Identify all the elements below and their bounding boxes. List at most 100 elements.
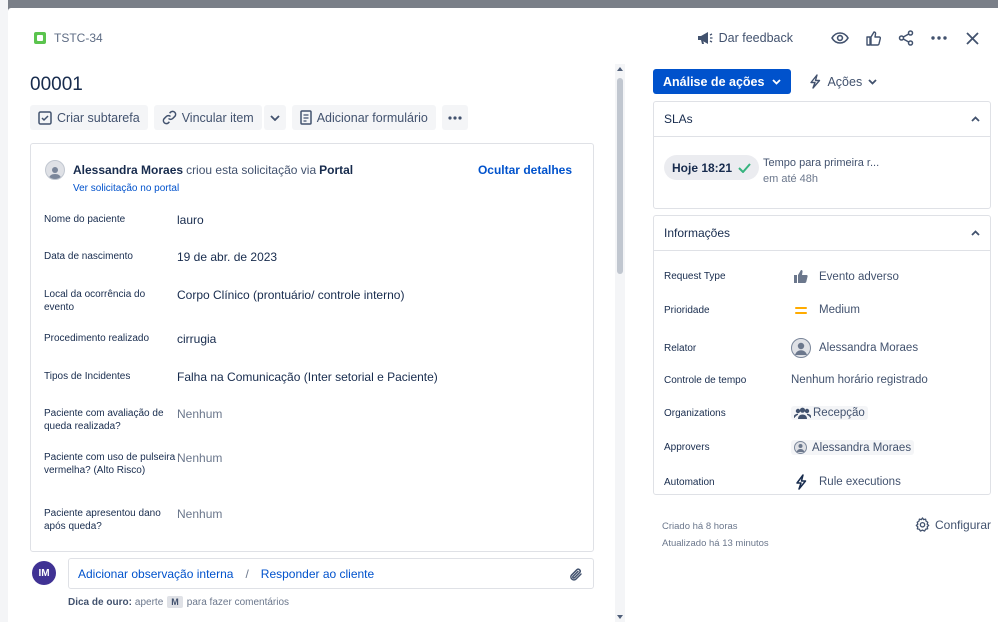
scroll-thumb[interactable] xyxy=(617,78,623,274)
transition-button[interactable]: Análise de ações xyxy=(653,69,792,94)
megaphone-icon xyxy=(697,32,713,44)
link-item-dropdown-button[interactable] xyxy=(263,105,286,130)
field-label: Paciente apresentou dano após queda? xyxy=(44,508,161,532)
info-row-automation[interactable]: Automation Rule executions xyxy=(664,474,982,490)
field-row[interactable]: Tipos de Incidentes Falha na Comunicação… xyxy=(44,370,574,384)
hide-details-link[interactable]: Ocultar detalhes xyxy=(478,163,572,177)
reply-to-customer-button[interactable]: Responder ao cliente xyxy=(261,567,374,581)
approver-lozenge[interactable]: Alessandra Moraes xyxy=(791,440,915,455)
requester-text: criou esta solicitação via xyxy=(186,163,317,177)
info-row-approvers[interactable]: Approvers Alessandra Moraes xyxy=(664,440,982,455)
sla-panel: SLAs Hoje 18:21 Tempo para primeira r...… xyxy=(653,101,991,209)
add-form-label: Adicionar formulário xyxy=(316,110,428,125)
issue-key[interactable]: TSTC-34 xyxy=(34,31,103,45)
share-button[interactable] xyxy=(894,27,918,49)
info-value-text: Alessandra Moraes xyxy=(812,441,912,454)
close-button[interactable] xyxy=(960,27,984,49)
close-icon xyxy=(965,31,979,45)
info-value-text: Alessandra Moraes xyxy=(819,342,919,354)
add-internal-note-button[interactable]: Adicionar observação interna xyxy=(78,567,233,581)
field-label: Paciente com uso de pulseira vermelha? (… xyxy=(44,452,176,476)
toolbar-more-button[interactable] xyxy=(441,105,468,130)
field-label: Local da ocorrência do evento xyxy=(44,289,146,313)
field-row[interactable]: Paciente com avaliação de queda realizad… xyxy=(44,407,574,433)
eye-icon xyxy=(831,32,849,44)
chevron-up-icon xyxy=(971,230,980,236)
scroll-down-icon[interactable] xyxy=(617,615,623,619)
gear-icon xyxy=(915,517,930,532)
view-in-portal-link[interactable]: Ver solicitação no portal xyxy=(73,183,179,194)
sla-name: Tempo para primeira r... xyxy=(763,157,880,169)
scroll-up-icon[interactable] xyxy=(617,67,623,71)
comment-box[interactable]: Adicionar observação interna / Responder… xyxy=(68,558,594,589)
people-group-icon xyxy=(794,407,811,419)
field-label: Paciente com avaliação de queda realizad… xyxy=(44,408,164,432)
form-icon xyxy=(299,110,312,125)
attachment-icon[interactable] xyxy=(569,567,583,585)
tip-bold: Dica de ouro: xyxy=(68,596,132,608)
more-icon xyxy=(448,115,462,120)
thumbs-up-icon xyxy=(865,30,881,46)
requester-name[interactable]: Alessandra Moraes xyxy=(73,163,183,177)
actions-button[interactable]: Ações xyxy=(809,74,877,89)
link-item-button[interactable]: Vincular item xyxy=(153,105,262,130)
sla-time: Hoje 18:21 xyxy=(672,160,733,175)
sla-panel-header[interactable]: SLAs xyxy=(654,102,990,137)
create-subtask-button[interactable]: Criar subtarefa xyxy=(30,105,148,130)
link-icon xyxy=(162,110,176,125)
info-value: Medium xyxy=(791,304,860,316)
info-value: Nenhum horário registrado xyxy=(791,374,928,386)
field-row[interactable]: Data de nascimento 19 de abr. de 2023 xyxy=(44,250,574,264)
thumbs-up-icon xyxy=(791,270,811,283)
info-label: Automation xyxy=(664,476,715,488)
info-row-request-type[interactable]: Request Type Evento adverso xyxy=(664,270,982,283)
more-button[interactable] xyxy=(927,27,951,49)
feedback-button[interactable]: Dar feedback xyxy=(697,31,793,45)
issue-key-label: TSTC-34 xyxy=(54,31,103,45)
info-value: Alessandra Moraes xyxy=(791,440,915,455)
comment-separator: / xyxy=(245,566,249,581)
status-actions: Análise de ações Ações xyxy=(653,69,991,94)
info-row-organizations[interactable]: Organizations Recepção xyxy=(664,406,982,420)
info-row-priority[interactable]: Prioridade Medium xyxy=(664,304,982,316)
issue-title[interactable]: 00001 xyxy=(30,74,83,96)
issue-type-icon xyxy=(34,32,46,44)
field-row[interactable]: Paciente apresentou dano após queda? Nen… xyxy=(44,507,574,533)
updated-time: Atualizado há 13 minutos xyxy=(662,538,769,549)
tip-post: para fazer comentários xyxy=(186,596,290,608)
chevron-down-icon xyxy=(270,114,280,121)
vote-button[interactable] xyxy=(861,27,885,49)
lightning-icon xyxy=(791,474,811,490)
request-details: Alessandra Moraes criou esta solicitação… xyxy=(30,143,594,552)
actions-label: Ações xyxy=(827,74,863,89)
info-value: Evento adverso xyxy=(791,270,899,283)
field-row[interactable]: Procedimento realizado cirrugia xyxy=(44,332,574,346)
organization-lozenge[interactable]: Recepção xyxy=(791,406,868,420)
field-value: Nenhum xyxy=(177,451,223,465)
field-row[interactable]: Paciente com uso de pulseira vermelha? (… xyxy=(44,451,574,477)
info-value-text: Evento adverso xyxy=(819,270,899,283)
check-icon xyxy=(738,162,751,173)
header-actions: Dar feedback xyxy=(697,27,984,49)
field-row[interactable]: Local da ocorrência do evento Corpo Clín… xyxy=(44,288,574,314)
info-title: Informações xyxy=(664,226,731,240)
create-subtask-label: Criar subtarefa xyxy=(57,110,140,125)
configure-button[interactable]: Configurar xyxy=(915,517,991,532)
main-scrollbar[interactable] xyxy=(615,64,625,622)
field-label: Tipos de Incidentes xyxy=(44,371,131,382)
field-label: Nome do paciente xyxy=(44,214,126,225)
add-form-button[interactable]: Adicionar formulário xyxy=(291,105,436,130)
info-panel-header[interactable]: Informações xyxy=(654,216,990,251)
link-item-label: Vincular item xyxy=(181,110,254,125)
info-row-reporter[interactable]: Relator Alessandra Moraes xyxy=(664,338,982,358)
watch-button[interactable] xyxy=(828,27,852,49)
info-value-text: Medium xyxy=(819,304,860,316)
info-label: Request Type xyxy=(664,271,726,282)
info-row-time-tracking[interactable]: Controle de tempo Nenhum horário registr… xyxy=(664,374,982,386)
avatar-icon xyxy=(45,160,65,180)
created-time: Criado há 8 horas xyxy=(662,521,738,532)
avatar-icon xyxy=(794,441,807,454)
field-row[interactable]: Nome do paciente lauro xyxy=(44,213,574,227)
issue-main: 00001 Criar subtarefa Vincular item Adic… xyxy=(30,64,604,622)
issue-modal: TSTC-34 Dar feedback 00001 Criar subtare… xyxy=(8,8,998,622)
